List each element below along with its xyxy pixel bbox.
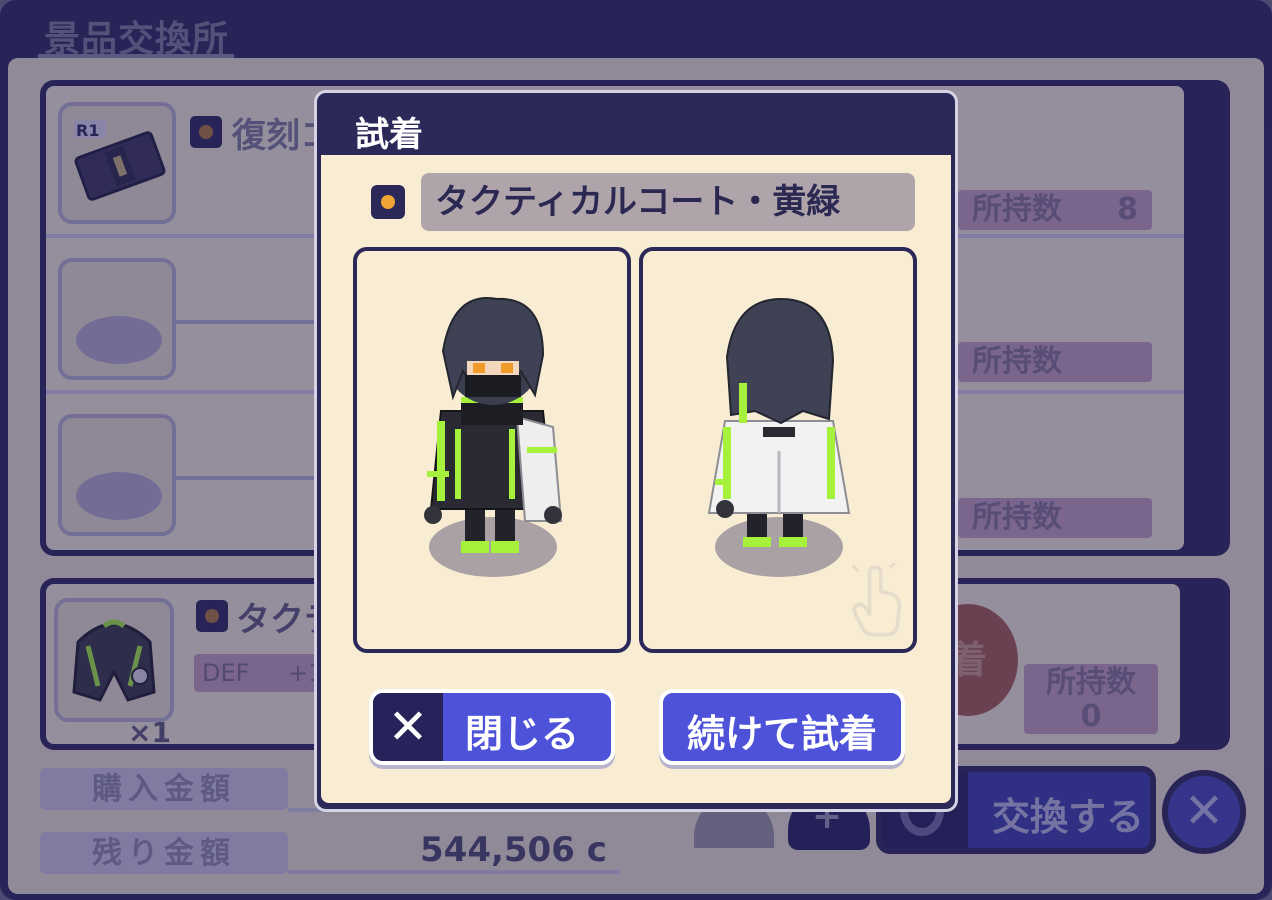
back-preview[interactable] — [639, 247, 917, 653]
close-button-label: 閉じる — [465, 712, 580, 756]
front-preview — [353, 247, 631, 653]
character-front-sprite — [424, 297, 563, 577]
close-icon: ✕ — [373, 693, 443, 761]
try-on-modal: 試着 タクティカルコート・黄緑 ✕ 閉じる 続けて試着 — [314, 90, 958, 812]
modal-close-button[interactable]: ✕ 閉じる — [369, 689, 615, 765]
modal-title: 試着 — [355, 115, 423, 155]
try-on-item-name: タクティカルコート・黄緑 — [421, 173, 915, 231]
tap-hand-icon — [851, 563, 902, 637]
continue-button-label: 続けて試着 — [686, 712, 877, 756]
item-rarity-dot — [371, 185, 405, 219]
continue-try-on-button[interactable]: 続けて試着 — [659, 689, 905, 765]
